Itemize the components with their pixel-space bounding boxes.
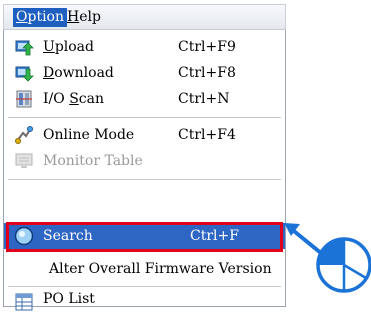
click-pointer-illustration <box>284 223 371 293</box>
menu-item-io-scan[interactable]: I/O Scan Ctrl+N <box>4 86 285 112</box>
menu-separator <box>8 117 281 118</box>
menu-option-label: ption <box>27 9 64 25</box>
mouse-click-icon <box>316 237 371 293</box>
io-scan-label: can <box>78 91 104 107</box>
download-accel: D <box>43 65 55 81</box>
menu-option[interactable]: Option <box>13 8 67 27</box>
alter-firmware-label: Alter Overall Firmware Version <box>49 261 272 277</box>
upload-accel: U <box>43 39 55 55</box>
menu-item-monitor-table: Monitor Table <box>4 148 285 174</box>
upload-shortcut: Ctrl+F9 <box>178 39 236 55</box>
menu-item-alter-firmware[interactable]: Alter Overall Firmware Version <box>4 256 285 282</box>
menu-help[interactable]: Help <box>64 8 104 27</box>
po-list-label: PO List <box>43 291 95 307</box>
download-icon <box>15 66 34 82</box>
io-scan-icon <box>16 90 32 108</box>
menu-help-accel: H <box>67 9 80 25</box>
online-mode-label: Online Mode <box>43 127 135 143</box>
menu-item-po-list[interactable]: PO List <box>4 290 285 311</box>
io-scan-accel: S <box>69 91 79 107</box>
menu-item-download[interactable]: Download Ctrl+F8 <box>4 60 285 86</box>
menu-separator <box>8 286 281 287</box>
io-scan-prefix: I/O <box>43 91 70 107</box>
search-label: Search <box>43 228 93 244</box>
menu-item-upload[interactable]: Upload Ctrl+F9 <box>4 34 285 60</box>
po-list-icon <box>15 293 33 311</box>
menu-separator <box>8 179 281 180</box>
download-shortcut: Ctrl+F8 <box>178 65 236 81</box>
menu-bar: Option Help <box>3 4 286 30</box>
search-icon <box>14 226 34 246</box>
monitor-table-label: Monitor Table <box>43 153 143 169</box>
online-mode-icon <box>15 126 33 144</box>
upload-icon <box>15 40 34 56</box>
download-label: ownload <box>54 65 114 81</box>
upload-label: pload <box>54 39 94 55</box>
option-dropdown-menu: Upload Ctrl+F9 Download Ctrl+F8 I/O Scan… <box>3 30 286 311</box>
online-mode-shortcut: Ctrl+F4 <box>178 127 236 143</box>
menu-item-online-mode[interactable]: Online Mode Ctrl+F4 <box>4 122 285 148</box>
menu-item-search[interactable]: Search Ctrl+F <box>4 223 285 249</box>
monitor-table-icon <box>15 153 33 168</box>
menu-help-label: elp <box>79 9 101 25</box>
io-scan-shortcut: Ctrl+N <box>178 91 230 107</box>
search-shortcut: Ctrl+F <box>190 228 239 244</box>
menu-option-accel: O <box>16 9 28 25</box>
